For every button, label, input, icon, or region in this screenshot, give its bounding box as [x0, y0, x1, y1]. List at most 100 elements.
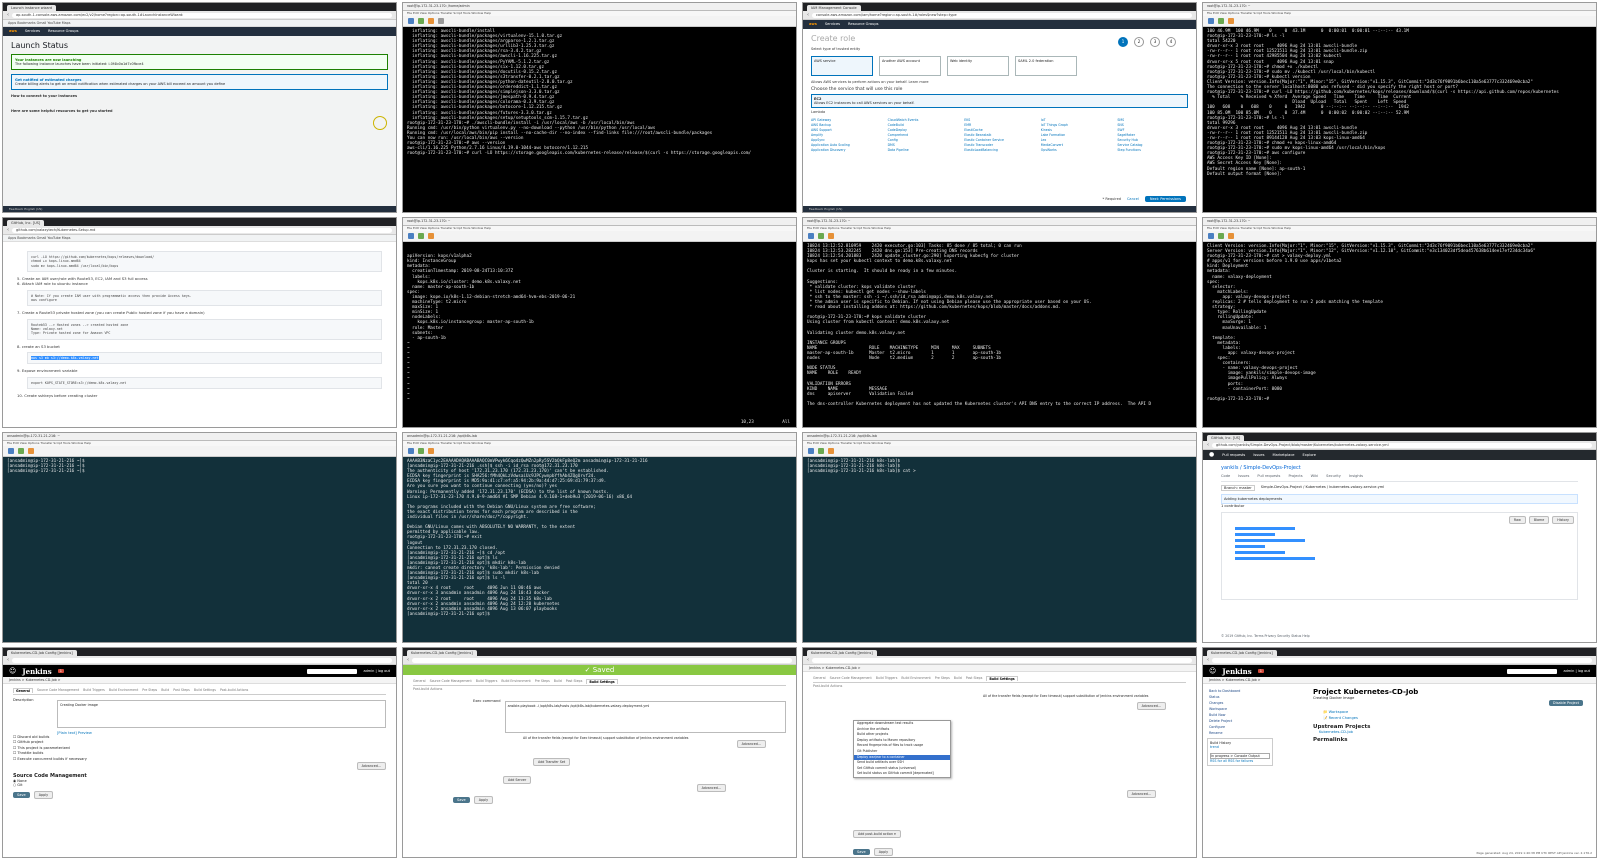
config-tab[interactable]: Post Steps: [966, 676, 983, 681]
sftp-icon[interactable]: [1228, 18, 1234, 24]
terminal-output[interactable]: [ansadmin@ip-172-31-21-216 ~]$ [ansadmin…: [3, 457, 396, 642]
history-button[interactable]: History: [1552, 516, 1574, 524]
nav-issues[interactable]: Issues: [1253, 450, 1264, 460]
config-tab[interactable]: Source Code Management: [830, 676, 872, 681]
advanced-button[interactable]: Advanced...: [1136, 702, 1166, 710]
service-option[interactable]: Kinesis: [1041, 128, 1112, 132]
add-post-build-action-button[interactable]: Add post-build action ▾: [853, 830, 901, 838]
aws-logo-icon[interactable]: aws: [809, 20, 817, 29]
config-tab[interactable]: Post Steps: [173, 688, 190, 693]
service-option[interactable]: MediaConvert: [1041, 143, 1112, 147]
recent-changes-link[interactable]: 📝 Recent Changes: [1323, 716, 1586, 720]
config-tab[interactable]: Build Triggers: [476, 679, 498, 684]
service-option[interactable]: SNS: [1117, 123, 1188, 127]
service-option[interactable]: AWS Backup: [811, 123, 882, 127]
entity-saml[interactable]: SAML 2.0 federation: [1015, 56, 1077, 76]
new-session-icon[interactable]: [408, 448, 414, 454]
service-option[interactable]: SWF: [1117, 128, 1188, 132]
config-tab[interactable]: Build: [954, 676, 962, 681]
service-option[interactable]: CodeBuild: [888, 123, 959, 127]
entity-web-identity[interactable]: Web identity: [947, 56, 1009, 76]
advanced-button[interactable]: Advanced...: [356, 762, 386, 771]
advanced-button[interactable]: Advanced...: [736, 740, 766, 748]
config-tab[interactable]: Build Environment: [501, 679, 530, 684]
commit-message[interactable]: Adding kubernetes deployments: [1224, 497, 1282, 501]
service-option[interactable]: Config: [888, 138, 959, 142]
services-menu[interactable]: Services: [825, 20, 840, 29]
back-arrow-icon[interactable]: ‹: [807, 12, 809, 18]
config-tab[interactable]: Build Settings: [986, 676, 1018, 681]
sidebar-link[interactable]: Rename: [1209, 730, 1253, 736]
service-option[interactable]: Amplify: [811, 133, 882, 137]
config-tab[interactable]: Post Steps: [566, 679, 583, 684]
terminal-output[interactable]: [ansadmin@ip-172-31-21-216 k8s-lab]$ [an…: [803, 457, 1196, 642]
add-server-button[interactable]: Add Server: [503, 776, 532, 784]
terminal-output[interactable]: I0824 13:12:52.810959 2420 executor.go:1…: [803, 242, 1196, 427]
blame-button[interactable]: Blame: [1528, 516, 1550, 524]
url-field[interactable]: github.com/valaxytech/Kubernetes-Setup.m…: [12, 227, 392, 233]
duplicate-icon[interactable]: [818, 233, 824, 239]
resource-groups-menu[interactable]: Resource Groups: [848, 20, 878, 29]
sftp-icon[interactable]: [428, 233, 434, 239]
apply-button[interactable]: Apply: [473, 796, 494, 804]
service-option[interactable]: ElastiCache: [964, 128, 1035, 132]
new-session-icon[interactable]: [808, 448, 814, 454]
jenkins-logo[interactable]: Jenkins: [22, 667, 51, 676]
sftp-icon[interactable]: [428, 448, 434, 454]
apply-button[interactable]: Apply: [33, 791, 54, 800]
lambda-label[interactable]: Lambda: [811, 110, 1188, 115]
service-option[interactable]: SMS: [1117, 118, 1188, 122]
sftp-icon[interactable]: [428, 18, 434, 24]
service-option[interactable]: Elastic Transcoder: [964, 143, 1035, 147]
exec-command-textarea[interactable]: ansible-playbook -i /opt/k8s-lab/hosts /…: [504, 701, 786, 733]
config-tab[interactable]: General: [413, 679, 426, 684]
config-tab[interactable]: Post-build Actions: [220, 688, 248, 693]
next-permissions-button[interactable]: Next: Permissions: [1144, 196, 1186, 202]
repo-tab[interactable]: Projects: [1288, 474, 1302, 478]
url-field[interactable]: [12, 657, 392, 663]
back-arrow-icon[interactable]: ‹: [1207, 442, 1209, 448]
url-field[interactable]: ap-south-1.console.aws.amazon.com/ec2/v2…: [12, 12, 392, 18]
config-tab[interactable]: General: [813, 676, 826, 681]
sftp-icon[interactable]: [1228, 233, 1234, 239]
config-tab[interactable]: Build Triggers: [83, 688, 105, 693]
sftp-icon[interactable]: [28, 448, 34, 454]
service-option[interactable]: CodeDeploy: [888, 128, 959, 132]
workspace-link[interactable]: 📁 Workspace: [1323, 710, 1586, 714]
repo-tab[interactable]: Security: [1326, 474, 1341, 478]
resource-groups-menu[interactable]: Resource Groups: [48, 27, 78, 36]
duplicate-icon[interactable]: [1218, 233, 1224, 239]
cancel-button[interactable]: Cancel: [1127, 197, 1139, 202]
config-tab[interactable]: Build Settings: [194, 688, 216, 693]
config-tab[interactable]: Pre Steps: [535, 679, 550, 684]
search-input[interactable]: [307, 668, 358, 674]
notification-badge[interactable]: 1: [57, 669, 64, 673]
config-tab[interactable]: Build Environment: [109, 688, 138, 693]
save-button[interactable]: Save: [853, 849, 870, 855]
service-option[interactable]: CloudWatch Events: [888, 118, 959, 122]
config-tab[interactable]: Source Code Management: [430, 679, 472, 684]
terminal-output[interactable]: AAAAB3NzaC1yc2EAAAADAQABAAABAQC0mVPwyk6C…: [403, 457, 796, 642]
service-option[interactable]: AppSync: [811, 138, 882, 142]
service-option[interactable]: Lake Formation: [1041, 133, 1112, 137]
back-arrow-icon[interactable]: ‹: [7, 657, 9, 663]
config-tab[interactable]: Source Code Management: [37, 688, 79, 693]
nav-explore[interactable]: Explore: [1303, 450, 1317, 460]
back-arrow-icon[interactable]: ‹: [407, 657, 409, 663]
trend-link[interactable]: trend: [1210, 745, 1270, 749]
sftp-icon[interactable]: [828, 233, 834, 239]
github-logo-icon[interactable]: ●: [1209, 450, 1214, 460]
breadcrumb[interactable]: Jenkins > Kubernetes-CD-Job >: [803, 665, 1196, 672]
service-option[interactable]: AWS Support: [811, 128, 882, 132]
config-tab[interactable]: General: [13, 688, 34, 693]
service-option[interactable]: IoT: [1041, 118, 1112, 122]
service-option[interactable]: Service Catalog: [1117, 143, 1188, 147]
service-option[interactable]: Data Pipeline: [888, 148, 959, 152]
advanced-button[interactable]: Advanced...: [696, 784, 726, 792]
duplicate-icon[interactable]: [1218, 18, 1224, 24]
repo-tab[interactable]: Code: [1221, 474, 1230, 478]
config-tab[interactable]: Build: [554, 679, 562, 684]
breadcrumb[interactable]: Jenkins > Kubernetes-CD-Job >: [1203, 677, 1596, 684]
breadcrumb[interactable]: Jenkins > Kubernetes-CD-Job >: [3, 677, 396, 684]
advanced-button[interactable]: Advanced...: [1126, 790, 1156, 798]
